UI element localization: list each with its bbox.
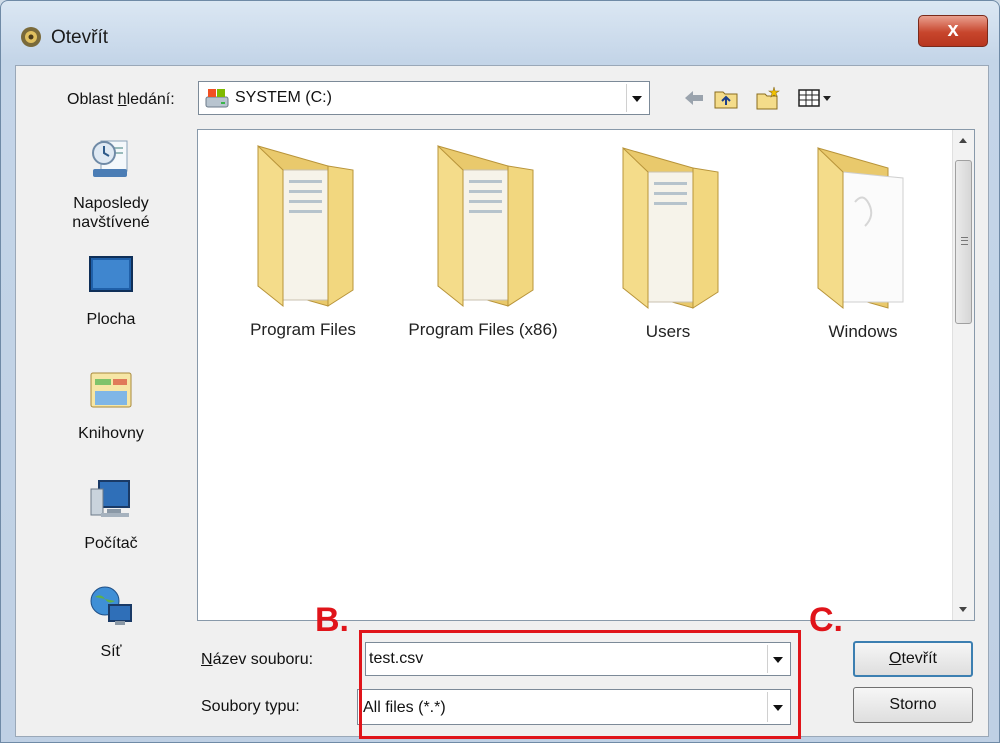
back-arrow-icon[interactable] [681,85,707,111]
file-item-label: Program Files (x86) [408,320,558,339]
libraries-icon [90,372,132,408]
folder-icon [622,146,719,310]
network-icon [90,586,132,625]
scroll-thumb[interactable] [955,160,972,324]
filename-label: Název souboru: [201,651,314,668]
file-item-users[interactable]: Users [583,142,753,342]
place-network[interactable]: Síť [39,583,183,661]
recent-places-icon [92,140,128,177]
file-item-label: Windows [828,322,898,341]
folder-icon [257,144,354,308]
file-item-program-files[interactable]: Program Files [218,140,388,340]
scroll-up-button[interactable] [953,130,974,152]
lookin-value: SYSTEM (C:) [235,89,332,106]
place-computer[interactable]: Počítač [39,475,183,553]
folder-icon [817,146,904,310]
computer-icon [90,480,130,517]
file-item-program-files-x86[interactable]: Program Files (x86) [398,140,568,340]
drive-icon [205,89,229,108]
lookin-label: Oblast hledání: [67,91,175,108]
annotation-highlight-box [359,630,801,739]
file-item-label: Users [645,322,691,341]
up-folder-icon[interactable] [713,85,739,111]
file-item-windows[interactable]: Windows [778,142,948,342]
place-recent[interactable]: Naposledy navštívené [39,135,183,232]
place-desktop-label: Plocha [86,311,136,328]
places-bar: Naposledy navštívené Plocha Knihovny Poč… [39,129,183,674]
title-bar[interactable]: Otevřít x [1,1,999,65]
folder-icon [437,144,534,308]
window-title: Otevřít [51,27,109,48]
desktop-icon [89,256,133,292]
lookin-combobox[interactable]: SYSTEM (C:) [198,81,650,115]
open-button[interactable]: Otevřít [853,641,973,677]
lookin-dropdown-arrow[interactable] [626,84,647,112]
annotation-label-b: B. [315,601,349,639]
place-recent-label: Naposledy navštívené [72,195,150,231]
place-computer-label: Počítač [84,535,138,552]
new-folder-icon[interactable] [755,85,781,111]
scroll-down-button[interactable] [953,598,974,620]
filetype-label: Soubory typu: [201,698,300,715]
file-item-label: Program Files [250,320,356,339]
close-button[interactable]: x [918,15,988,47]
annotation-label-c: C. [809,601,843,639]
place-network-label: Síť [100,643,122,660]
open-file-dialog: Otevřít x Oblast hledání: SYSTEM (C:) Na… [0,0,1000,743]
view-menu-icon[interactable] [797,85,847,111]
app-icon [21,27,41,47]
place-libraries-label: Knihovny [78,425,144,442]
scroll-grip-icon [961,237,968,245]
place-desktop[interactable]: Plocha [39,251,183,329]
file-list-view[interactable]: Program Files Program Files (x86) Users … [197,129,975,621]
place-libraries[interactable]: Knihovny [39,365,183,443]
cancel-button[interactable]: Storno [853,687,973,723]
file-list-scrollbar[interactable] [952,130,974,620]
